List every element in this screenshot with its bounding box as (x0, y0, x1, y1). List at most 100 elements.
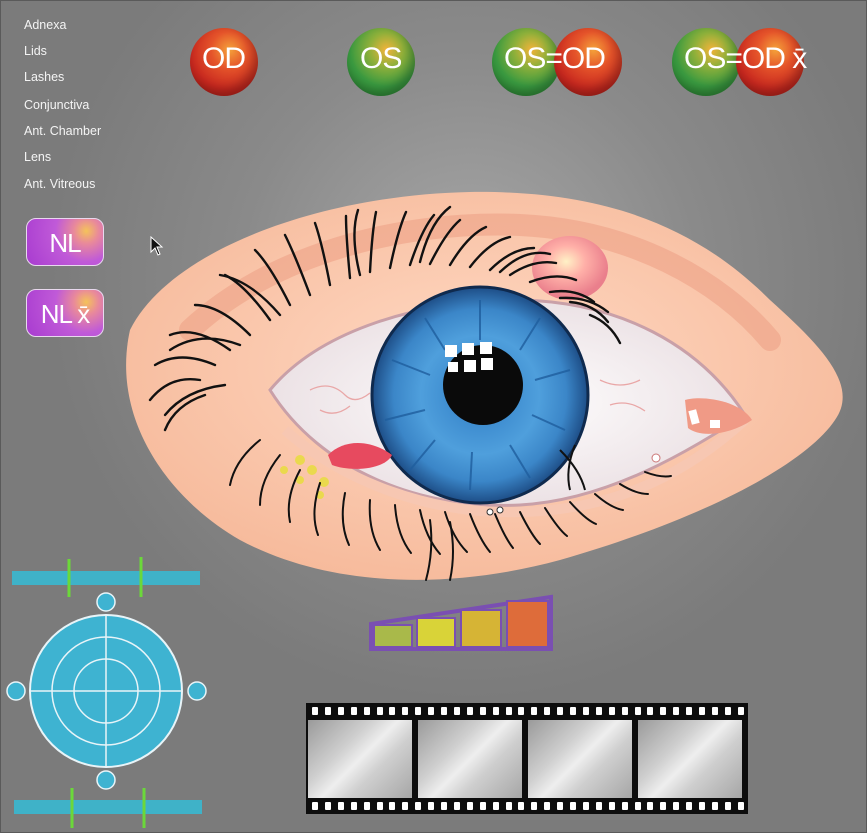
film-sprocket-hole (711, 707, 718, 715)
menu-item-ant-chamber[interactable]: Ant. Chamber (24, 124, 101, 138)
severity-level-2[interactable] (416, 617, 456, 648)
film-sprocket-hole (531, 707, 538, 715)
joystick-right-button[interactable] (187, 681, 207, 701)
film-sprocket-hole (673, 707, 680, 715)
os-equals-od-button[interactable]: OS=OD (492, 28, 622, 96)
nl-label: NL (49, 228, 81, 258)
film-sprocket-hole (453, 707, 460, 715)
film-sprocket-hole (621, 707, 628, 715)
film-sprocket-hole (389, 802, 396, 810)
film-sprocket-hole (647, 802, 654, 810)
film-sprocket-hole (402, 707, 409, 715)
film-sprocket-hole (376, 802, 383, 810)
film-sprocket-hole (350, 802, 357, 810)
film-sprocket-hole (441, 802, 447, 810)
film-sprocket-hole (724, 707, 731, 715)
nl-mean-button[interactable]: NL x̄ (26, 289, 104, 337)
film-sprocket-hole (518, 707, 525, 715)
film-sprocket-hole (595, 707, 602, 715)
film-sprocket-hole (415, 707, 422, 715)
film-sprocket-hole (518, 802, 525, 810)
film-sprocket-hole (415, 802, 422, 810)
menu-item-lids[interactable]: Lids (24, 44, 47, 58)
severity-level-1[interactable] (373, 624, 413, 648)
os-label: OS (360, 42, 402, 75)
film-sprocket-hole (337, 802, 344, 810)
film-sprocket-hole (337, 707, 344, 715)
film-sprocket-hole (363, 802, 370, 810)
film-sprocket-hole (634, 707, 641, 715)
film-sprocket-hole (428, 707, 435, 715)
film-sprocket-hole (686, 707, 693, 715)
menu-item-conjunctiva[interactable]: Conjunctiva (24, 98, 89, 112)
film-sprocket-hole (621, 802, 628, 810)
nl-mean-label: NL x̄ (40, 299, 91, 329)
film-sprocket-hole (389, 707, 396, 715)
film-sprocket-hole (647, 707, 654, 715)
film-sprocket-hole (711, 802, 718, 810)
film-frame-2[interactable] (418, 720, 522, 798)
bottom-slider[interactable] (12, 786, 206, 830)
film-sprocket-hole (737, 707, 744, 715)
joystick-left-button[interactable] (6, 681, 26, 701)
position-joystick[interactable] (4, 590, 210, 792)
film-sprocket-hole (479, 802, 486, 810)
film-sprocket-hole (324, 802, 331, 810)
film-sprocket-hole (673, 802, 680, 810)
film-sprocket-hole (660, 802, 667, 810)
film-sprocket-hole (312, 707, 318, 715)
film-sprocket-hole (724, 802, 731, 810)
nl-button[interactable]: NL (26, 218, 104, 266)
film-sprocket-hole (608, 707, 615, 715)
film-sprocket-hole (376, 707, 383, 715)
film-sprocket-hole (557, 802, 564, 810)
film-sprocket-hole (350, 707, 357, 715)
od-label: OD (202, 42, 246, 75)
joystick-up-button[interactable] (96, 592, 116, 612)
film-sprocket-hole (737, 802, 744, 810)
film-sprocket-hole (402, 802, 409, 810)
film-sprocket-hole (699, 802, 705, 810)
film-frame-1[interactable] (308, 720, 412, 798)
film-sprocket-hole (312, 802, 318, 810)
film-sprocket-hole (544, 802, 551, 810)
film-sprocket-hole (492, 802, 499, 810)
os-button[interactable]: OS (347, 28, 415, 96)
film-sprocket-hole (699, 707, 705, 715)
menu-item-ant-vitreous[interactable]: Ant. Vitreous (24, 177, 95, 191)
film-sprocket-hole (686, 802, 693, 810)
film-sprocket-hole (428, 802, 435, 810)
film-sprocket-hole (492, 707, 499, 715)
film-sprocket-hole (570, 802, 576, 810)
menu-item-adnexa[interactable]: Adnexa (24, 18, 66, 32)
menu-item-lashes[interactable]: Lashes (24, 70, 64, 84)
film-sprocket-hole (582, 802, 589, 810)
stye-lesion[interactable] (532, 236, 608, 300)
film-sprocket-hole (453, 802, 460, 810)
od-button[interactable]: OD (190, 28, 258, 96)
os-equals-od-mean-button[interactable]: OS=OD x̄ (672, 28, 822, 96)
image-filmstrip (306, 703, 748, 814)
eye-illustration[interactable] (110, 180, 855, 600)
film-sprocket-hole (466, 707, 473, 715)
severity-level-3[interactable] (460, 609, 502, 648)
film-sprocket-hole (466, 802, 473, 810)
film-frame-4[interactable] (638, 720, 742, 798)
os-equals-od-label: OS=OD (504, 42, 606, 75)
menu-item-lens[interactable]: Lens (24, 150, 51, 164)
severity-scale[interactable] (368, 594, 556, 652)
film-sprocket-hole (595, 802, 602, 810)
film-sprocket-hole (570, 707, 576, 715)
severity-level-4[interactable] (506, 600, 549, 648)
film-sprocket-hole (660, 707, 667, 715)
film-sprocket-hole (324, 707, 331, 715)
os-equals-od-mean-label: OS=OD x̄ (684, 42, 807, 75)
film-sprocket-hole (441, 707, 447, 715)
film-frame-3[interactable] (528, 720, 632, 798)
film-sprocket-hole (608, 802, 615, 810)
film-sprocket-hole (363, 707, 370, 715)
film-sprocket-hole (582, 707, 589, 715)
film-sprocket-hole (505, 802, 512, 810)
film-sprocket-hole (634, 802, 641, 810)
film-sprocket-hole (505, 707, 512, 715)
